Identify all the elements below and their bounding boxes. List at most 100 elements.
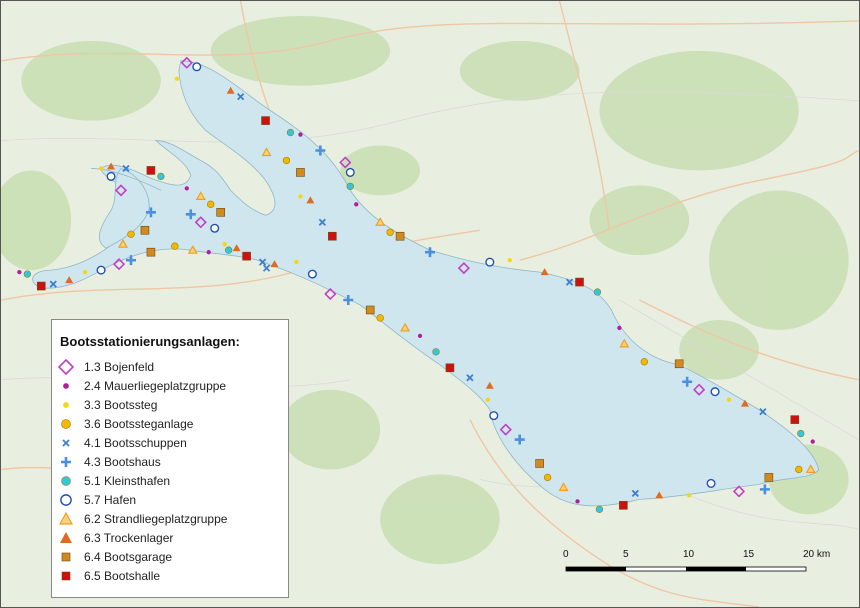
legend: Bootsstationierungsanlagen: 1.3 Bojenfel…: [51, 319, 289, 598]
harbor-marker: [222, 242, 227, 247]
legend-item: 1.3 Bojenfeld: [52, 358, 288, 376]
harbor-marker: [210, 223, 220, 233]
harbor-marker: [192, 62, 202, 72]
harbor-marker: [206, 250, 211, 255]
harbor-marker: [146, 247, 156, 257]
harbor-marker: [216, 208, 225, 217]
harbor-marker: [575, 277, 584, 287]
harbor-marker: [17, 269, 22, 275]
harbor-marker: [432, 348, 440, 356]
harbor-marker: [23, 270, 31, 278]
harbor-marker: [386, 228, 394, 236]
legend-item: 5.1 Kleinsthafen: [52, 472, 288, 490]
triangle-icon: [60, 532, 72, 543]
legend-item-label: 3.6 Bootssteganlage: [84, 417, 194, 431]
dot-icon: [61, 476, 71, 486]
circle-outline-icon: [60, 494, 72, 506]
harbor-marker: [294, 259, 299, 265]
harbor-marker: [171, 242, 179, 250]
legend-item-label: 4.1 Bootsschuppen: [84, 436, 187, 450]
harbor-marker: [797, 429, 805, 438]
harbor-marker: [207, 200, 215, 208]
legend-item: 6.4 Bootsgarage: [52, 548, 288, 566]
harbor-marker: [36, 281, 46, 291]
harbor-marker: [686, 493, 692, 498]
harbor-marker: [575, 499, 580, 504]
harbor-marker: [184, 186, 189, 191]
square-icon: [61, 571, 71, 581]
harbor-marker: [417, 333, 423, 339]
harbor-marker: [617, 325, 622, 331]
harbor-marker: [346, 182, 354, 191]
legend-item-label: 1.3 Bojenfeld: [84, 360, 155, 374]
harbor-marker: [489, 411, 499, 421]
harbor-marker: [790, 415, 800, 424]
harbor-marker: [157, 172, 165, 181]
legend-item: 4.1 Bootsschuppen: [52, 434, 288, 452]
harbor-marker: [96, 265, 106, 275]
harbor-marker: [485, 257, 495, 267]
harbor-marker: [619, 501, 628, 510]
harbor-marker: [376, 314, 384, 322]
harbor-marker: [365, 305, 375, 315]
harbor-marker: [328, 231, 337, 241]
harbor-marker: [593, 288, 602, 296]
scale-bar: 0 5 10 15 20 km: [560, 549, 840, 583]
legend-item: 6.2 Strandliegeplatzgruppe: [52, 510, 288, 528]
harbor-marker: [282, 156, 291, 165]
harbor-marker: [354, 202, 359, 207]
harbor-marker: [640, 358, 648, 366]
legend-item-label: 5.7 Hafen: [84, 493, 137, 507]
square-icon: [61, 552, 71, 562]
legend-item: 6.5 Bootshalle: [52, 567, 288, 585]
harbor-marker: [82, 269, 88, 275]
legend-item: 3.3 Bootssteg: [52, 396, 288, 414]
small-dot-icon: [63, 383, 69, 389]
diamond-outline-icon: [58, 359, 74, 375]
legend-item-label: 6.4 Bootsgarage: [84, 550, 173, 564]
harbor-marker: [810, 439, 815, 444]
harbor-marker: [261, 116, 270, 125]
small-dot-icon: [63, 402, 69, 408]
harbor-marker: [795, 465, 803, 474]
harbor-marker: [296, 168, 305, 177]
legend-title: Bootsstationierungsanlagen:: [60, 334, 240, 349]
legend-item-label: 5.1 Kleinsthafen: [84, 474, 171, 488]
harbor-marker: [307, 269, 317, 279]
harbor-marker: [140, 225, 150, 235]
harbor-marker: [445, 363, 455, 373]
harbor-marker: [674, 359, 684, 369]
harbor-marker: [706, 478, 716, 488]
harbor-marker: [507, 257, 512, 263]
legend-item-label: 6.5 Bootshalle: [84, 569, 161, 583]
harbor-marker: [242, 251, 251, 261]
harbor-marker: [225, 246, 233, 254]
legend-item: 2.4 Mauerliegeplatzgruppe: [52, 377, 288, 395]
harbor-marker: [146, 166, 156, 175]
x-icon: [62, 439, 70, 447]
legend-item-label: 6.2 Strandliegeplatzgruppe: [84, 512, 228, 526]
legend-item: 4.3 Bootshaus: [52, 453, 288, 471]
harbor-marker: [535, 459, 544, 468]
legend-item-label: 4.3 Bootshaus: [84, 455, 161, 469]
harbor-marker: [98, 166, 104, 171]
plus-icon: [61, 457, 71, 467]
legend-item-label: 3.3 Bootssteg: [84, 398, 158, 412]
harbor-marker: [710, 387, 720, 397]
dot-icon: [61, 419, 71, 429]
harbor-marker: [106, 171, 116, 181]
harbor-marker: [395, 231, 405, 241]
harbor-marker: [726, 397, 732, 402]
legend-item-label: 6.3 Trockenlager: [84, 531, 174, 545]
harbor-marker: [298, 132, 303, 137]
triangle-outline-icon: [58, 511, 74, 525]
harbor-marker: [595, 505, 604, 513]
harbor-marker: [127, 230, 135, 238]
legend-item: 5.7 Hafen: [52, 491, 288, 509]
harbor-marker: [298, 194, 303, 199]
harbor-marker: [543, 473, 552, 482]
harbor-marker: [485, 397, 490, 402]
harbor-marker: [174, 76, 179, 81]
legend-item: 6.3 Trockenlager: [52, 529, 288, 547]
legend-item-label: 2.4 Mauerliegeplatzgruppe: [84, 379, 227, 393]
